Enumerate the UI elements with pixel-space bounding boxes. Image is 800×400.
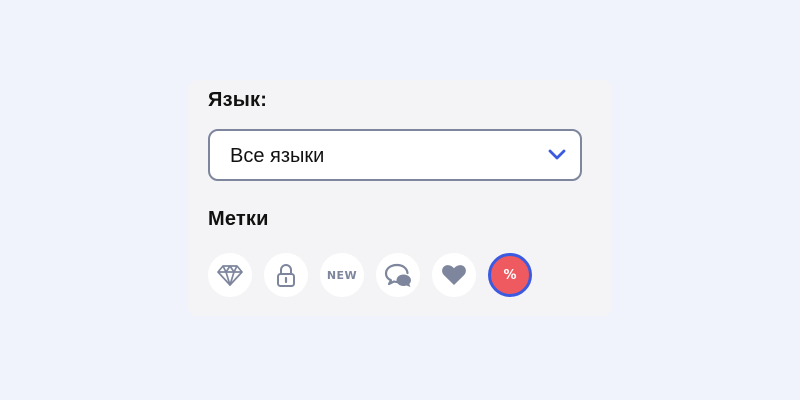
tag-list: NEW % xyxy=(208,253,532,297)
language-select-value: Все языки xyxy=(230,145,325,167)
heart-icon xyxy=(442,265,466,285)
tags-label: Метки xyxy=(208,208,269,230)
chevron-down-icon xyxy=(548,149,566,160)
language-select[interactable]: Все языки xyxy=(208,129,582,181)
tag-discount[interactable]: % xyxy=(488,253,532,297)
tag-new[interactable]: NEW xyxy=(320,253,364,297)
tag-chat[interactable] xyxy=(376,253,420,297)
filter-panel: Язык: Все языки Метки NEW % xyxy=(188,80,612,316)
tag-diamond[interactable] xyxy=(208,253,252,297)
percent-icon: % xyxy=(503,267,517,283)
tag-lock[interactable] xyxy=(264,253,308,297)
tag-heart[interactable] xyxy=(432,253,476,297)
lock-icon xyxy=(277,264,295,287)
new-badge-icon: NEW xyxy=(326,268,358,282)
language-label: Язык: xyxy=(208,89,268,111)
chat-bubbles-icon xyxy=(384,263,411,287)
diamond-icon xyxy=(217,265,243,286)
